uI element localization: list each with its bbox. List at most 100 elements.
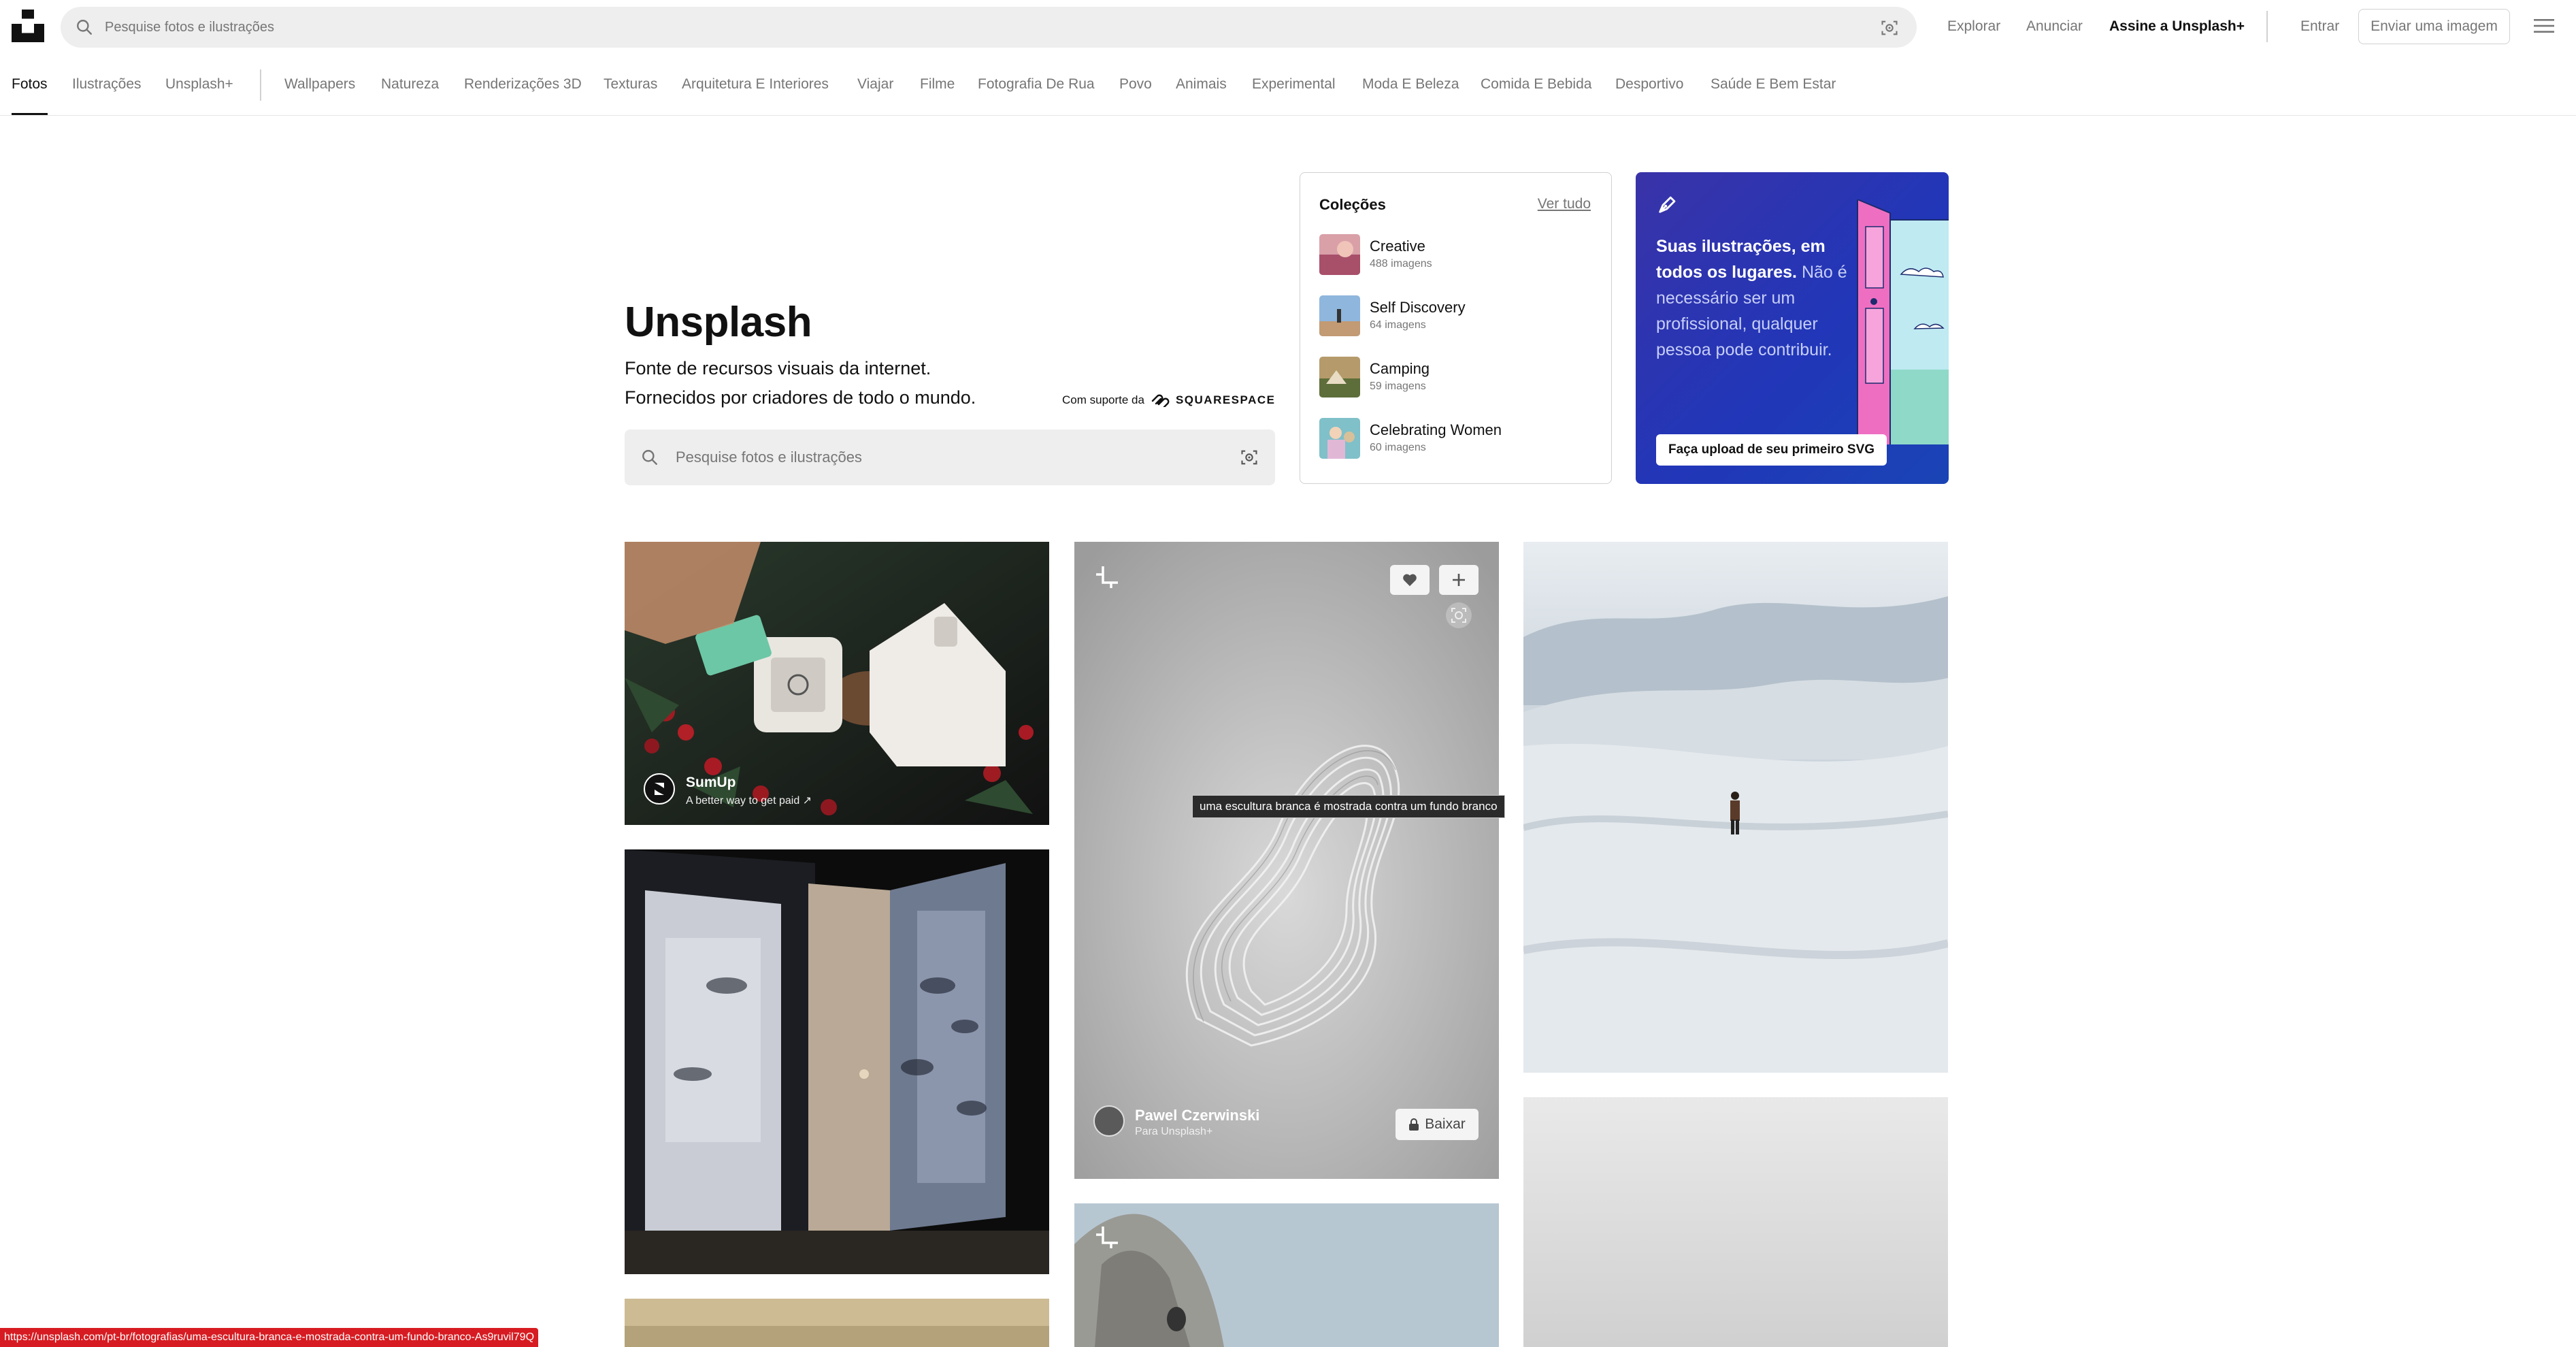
sponsored-photo[interactable]: SumUp A better way to get paid ↗ (625, 542, 1049, 825)
hamburger-menu-icon[interactable] (2534, 17, 2554, 35)
author-name[interactable]: Pawel Czerwinski (1135, 1107, 1259, 1124)
search-icon[interactable] (641, 449, 659, 466)
sumup-logo-icon (655, 783, 664, 795)
header-divider (2266, 11, 2268, 42)
topic-experimental[interactable]: Experimental (1252, 76, 1336, 93)
collection-count: 488 imagens (1370, 258, 1432, 270)
plus-icon (1453, 574, 1465, 586)
squarespace-logo-icon (1151, 394, 1170, 407)
landscape-photo (625, 1299, 1049, 1347)
nav-explore-link[interactable]: Explorar (1947, 18, 2000, 35)
illustration-promo-card[interactable]: Suas ilustrações, em todos os lugares. N… (1636, 172, 1949, 484)
collection-item-camping[interactable]: Camping 59 imagens (1319, 357, 1591, 397)
photo-card[interactable] (1074, 1203, 1499, 1347)
topic-travel[interactable]: Viajar (857, 76, 893, 93)
collection-thumbnail (1319, 295, 1360, 336)
collection-item-celebrating-women[interactable]: Celebrating Women 60 imagens (1319, 418, 1591, 459)
white-dunes-photo (1523, 542, 1948, 1073)
collection-count: 60 imagens (1370, 442, 1426, 453)
collection-item-creative[interactable]: Creative 488 imagens (1319, 234, 1591, 275)
lock-icon (1409, 1118, 1419, 1131)
visual-search-icon[interactable] (1240, 448, 1259, 467)
tab-photos[interactable]: Fotos (12, 76, 48, 93)
unsplash-logo-icon[interactable] (12, 10, 44, 42)
visual-search-icon[interactable] (1445, 602, 1472, 629)
photo-card[interactable] (625, 849, 1049, 1274)
pen-tool-icon (1659, 196, 1676, 213)
promo-text: Suas ilustrações, em todos os lugares. N… (1656, 233, 1860, 363)
collection-count: 64 imagens (1370, 319, 1426, 331)
white-sculpture-photo (1074, 542, 1499, 1179)
photo-card[interactable] (1523, 542, 1948, 1073)
topic-sports[interactable]: Desportivo (1615, 76, 1683, 93)
category-divider (260, 69, 261, 101)
collection-count: 59 imagens (1370, 380, 1426, 392)
sponsor-avatar[interactable] (644, 773, 675, 805)
photo-card[interactable] (625, 1299, 1049, 1347)
sponsor-name[interactable]: SumUp (686, 775, 736, 791)
top-header: Explorar Anunciar Assine a Unsplash+ Ent… (0, 0, 2576, 54)
topic-3d-renders[interactable]: Renderizações 3D (464, 76, 582, 93)
collection-name: Celebrating Women (1370, 421, 1502, 438)
promo-text-bold: Suas ilustrações, em todos os lugares. (1656, 237, 1826, 282)
heart-icon (1403, 574, 1417, 587)
door-shadows-photo (625, 849, 1049, 1274)
author-avatar[interactable] (1093, 1105, 1125, 1137)
category-nav: Fotos Ilustrações Unsplash+ Wallpapers N… (0, 54, 2576, 116)
upload-svg-button[interactable]: Faça upload de seu primeiro SVG (1656, 434, 1887, 466)
collection-thumbnail (1319, 418, 1360, 459)
collection-name: Creative (1370, 238, 1425, 255)
topic-food-drink[interactable]: Comida E Bebida (1481, 76, 1591, 93)
like-button[interactable] (1390, 565, 1430, 595)
topic-nature[interactable]: Natureza (381, 76, 439, 93)
tab-illustrations[interactable]: Ilustrações (72, 76, 142, 93)
download-label: Baixar (1425, 1116, 1466, 1132)
topic-fashion-beauty[interactable]: Moda E Beleza (1362, 76, 1459, 93)
powered-by-link[interactable]: Com suporte da SQUARESPACE (1062, 393, 1276, 407)
author-subtitle: Para Unsplash+ (1135, 1126, 1213, 1137)
photo-card[interactable] (1523, 1097, 1948, 1347)
topic-textures[interactable]: Texturas (604, 76, 657, 93)
nav-login-link[interactable]: Entrar (2300, 18, 2339, 35)
topic-people[interactable]: Povo (1119, 76, 1152, 93)
rock-formation-photo (1074, 1203, 1499, 1347)
image-alt-tooltip: uma escultura branca é mostrada contra u… (1192, 795, 1505, 818)
unsplash-plus-icon (1096, 1227, 1118, 1248)
collections-card: Coleções Ver tudo Creative 488 imagens S… (1300, 172, 1612, 484)
page-title: Unsplash (625, 299, 812, 346)
collection-item-self-discovery[interactable]: Self Discovery 64 imagens (1319, 295, 1591, 336)
header-search-bar[interactable] (61, 7, 1917, 48)
header-search-input[interactable] (105, 7, 1806, 48)
topic-film[interactable]: Filme (920, 76, 955, 93)
sponsor-tagline-link[interactable]: A better way to get paid ↗ (686, 794, 812, 807)
see-all-link[interactable]: Ver tudo (1538, 196, 1591, 212)
topic-health-wellness[interactable]: Saúde E Bem Estar (1711, 76, 1836, 93)
topic-architecture[interactable]: Arquitetura E Interiores (682, 76, 829, 93)
hero-search-bar[interactable] (625, 429, 1275, 485)
nav-subscribe-link[interactable]: Assine a Unsplash+ (2109, 18, 2245, 35)
foggy-landscape-photo (1523, 1097, 1948, 1347)
collection-thumbnail (1319, 234, 1360, 275)
tab-unsplash-plus[interactable]: Unsplash+ (165, 76, 233, 93)
open-door-illustration-icon (1857, 199, 1949, 444)
add-to-collection-button[interactable] (1439, 565, 1479, 595)
status-bar-url: https://unsplash.com/pt-br/fotografias/u… (0, 1328, 539, 1347)
collection-name: Camping (1370, 360, 1430, 377)
topic-wallpapers[interactable]: Wallpapers (284, 76, 355, 93)
download-button[interactable]: Baixar (1396, 1109, 1479, 1140)
featured-photo[interactable]: Pawel Czerwinski Para Unsplash+ Baixar (1074, 542, 1499, 1179)
active-tab-indicator (12, 113, 48, 115)
hero-search-input[interactable] (676, 429, 1206, 485)
powered-by-label: Com suporte da (1062, 393, 1144, 406)
nav-advertise-link[interactable]: Anunciar (2026, 18, 2083, 35)
topic-animals[interactable]: Animais (1176, 76, 1227, 93)
collection-name: Self Discovery (1370, 299, 1466, 316)
submit-image-button[interactable]: Enviar uma imagem (2358, 9, 2510, 44)
collection-thumbnail (1319, 357, 1360, 397)
search-icon[interactable] (76, 18, 93, 36)
unsplash-plus-icon (1096, 566, 1118, 588)
topic-street-photography[interactable]: Fotografia De Rua (978, 76, 1095, 93)
visual-search-icon[interactable] (1880, 18, 1899, 37)
hero-tagline-1: Fonte de recursos visuais da internet. (625, 358, 931, 378)
hero-tagline-2: Fornecidos por criadores de todo o mundo… (625, 387, 976, 408)
